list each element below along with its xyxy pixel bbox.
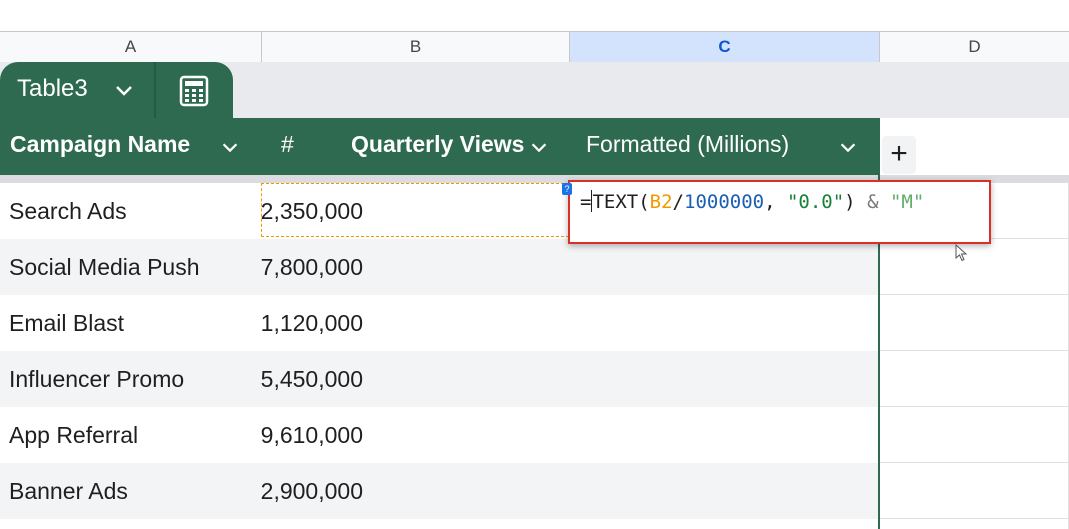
formula-text[interactable]: =TEXT(B2/1000000, "0.0") & "M" [580,190,924,213]
formula-comma: , [764,191,787,213]
cell-campaign-name[interactable]: App Referral [9,422,138,449]
column-header-bar: A B C D [0,31,1069,63]
cell-campaign-name[interactable]: Influencer Promo [9,366,184,393]
formula-number: 1000000 [684,191,765,213]
header-quarterly-views[interactable]: Quarterly Views [351,131,524,158]
column-header-d[interactable]: D [880,32,1069,62]
cell-quarterly-views[interactable]: 9,610,000 [261,422,363,449]
cell-campaign-name[interactable]: Email Blast [9,310,124,337]
formula-ampersand: & [855,191,890,213]
copied-cell-border [261,183,569,237]
table-row: Social Media Push 7,800,000 [0,239,878,295]
cell-campaign-name[interactable]: Banner Ads [9,478,128,505]
cell-quarterly-views[interactable]: 7,800,000 [261,254,363,281]
cell-campaign-name[interactable]: Social Media Push [9,254,200,281]
chevron-down-icon[interactable] [837,136,859,158]
formula-close-paren: ) [844,191,856,213]
cell-quarterly-views[interactable]: 5,450,000 [261,366,363,393]
gridline [880,350,1069,351]
gridline [880,462,1069,463]
chevron-down-icon[interactable] [219,136,241,158]
formula-function: TEXT( [592,191,650,213]
table-row: Influencer Promo 5,450,000 [0,351,878,407]
chevron-down-icon[interactable] [112,78,136,102]
header-formatted-millions[interactable]: Formatted (Millions) [586,131,789,158]
formula-string-suffix: "M" [889,191,925,213]
cell-formula-editor[interactable]: =TEXT(B2/1000000, "0.0") & "M" [568,180,991,244]
gridline [880,406,1069,407]
formula-operator: / [672,191,684,213]
chevron-down-icon[interactable] [528,136,550,158]
table-name[interactable]: Table3 [17,75,88,103]
add-column-button[interactable]: + [882,136,916,174]
table-row [0,519,878,529]
column-header-b[interactable]: B [262,32,570,62]
header-campaign-name[interactable]: Campaign Name [10,131,190,158]
cell-quarterly-views[interactable]: 2,900,000 [261,478,363,505]
table-row: App Referral 9,610,000 [0,407,878,463]
formula-help-icon[interactable]: ? [562,183,572,195]
cell-quarterly-views[interactable]: 1,120,000 [261,310,363,337]
formula-cell-ref: B2 [649,191,673,213]
calculator-icon[interactable] [177,74,211,108]
column-header-c[interactable]: C [570,32,880,62]
formula-string: "0.0" [786,191,845,213]
gridline [880,518,1069,519]
formula-equals: = [580,191,592,213]
column-header-a[interactable]: A [0,32,262,62]
gridline [880,294,1069,295]
mouse-pointer-icon [955,244,968,262]
table-row: Email Blast 1,120,000 [0,295,878,351]
header-type-number[interactable]: # [281,131,294,158]
cell-campaign-name[interactable]: Search Ads [9,198,127,225]
table-row: Banner Ads 2,900,000 [0,463,878,519]
chip-divider [154,62,156,118]
